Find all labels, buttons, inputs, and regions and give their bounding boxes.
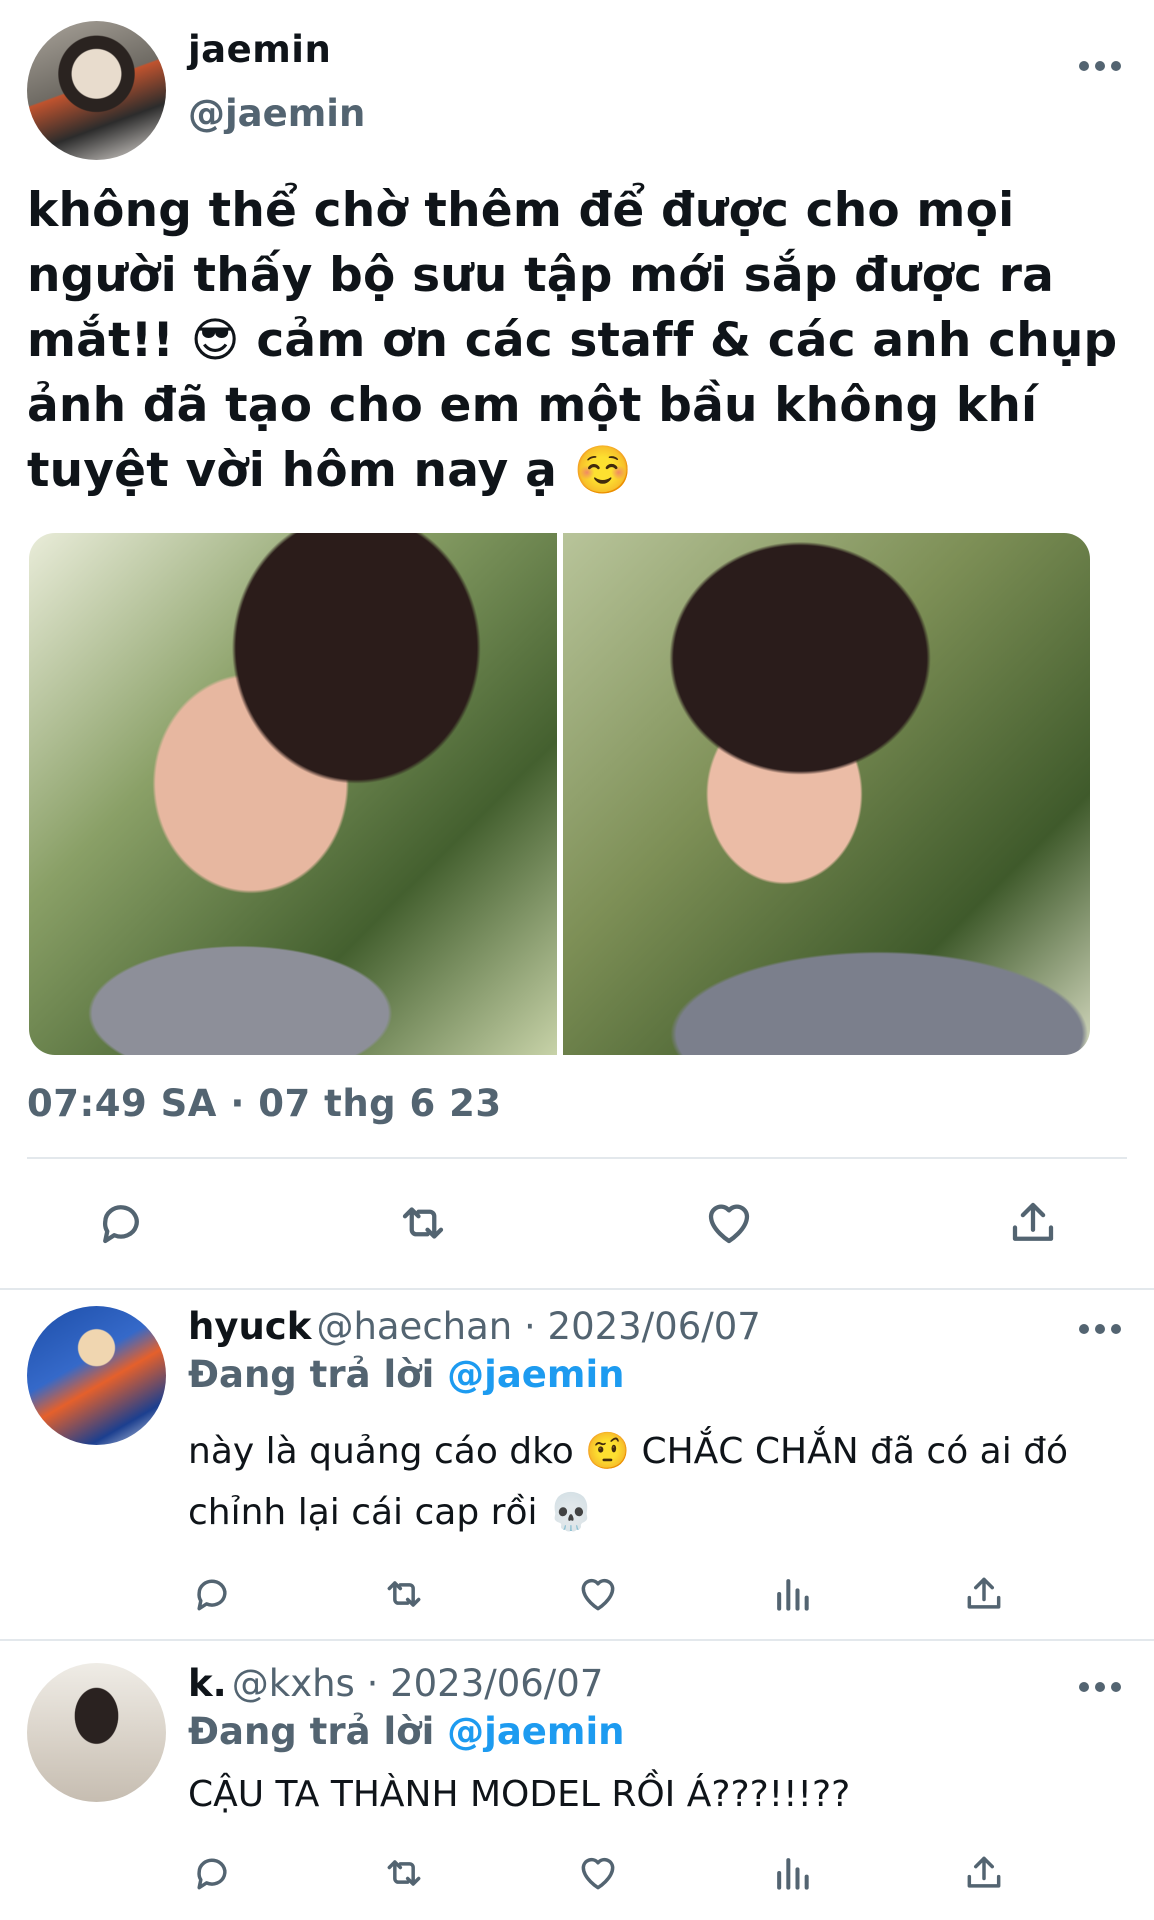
replying-to: Đang trả lời @jaemin (188, 1353, 624, 1396)
tweet-media[interactable] (29, 533, 1090, 1055)
share-icon[interactable] (1006, 1196, 1060, 1250)
photo-1[interactable] (29, 533, 557, 1055)
more-options-icon[interactable] (1078, 59, 1122, 73)
avatar-hyuck[interactable] (27, 1306, 166, 1445)
replying-to: Đang trả lời @jaemin (188, 1710, 624, 1753)
reply-display-name[interactable]: hyuck (188, 1305, 311, 1348)
like-icon[interactable] (576, 1851, 620, 1895)
reply-icon[interactable] (190, 1851, 234, 1895)
retweet-icon[interactable] (382, 1851, 426, 1895)
retweet-icon[interactable] (382, 1572, 426, 1616)
mention-link[interactable]: @jaemin (447, 1710, 624, 1753)
divider (0, 1639, 1154, 1641)
reply-meta[interactable]: @haechan · 2023/06/07 (316, 1305, 760, 1348)
reply-icon[interactable] (94, 1196, 148, 1250)
reply-display-name[interactable]: k. (188, 1662, 227, 1705)
tweet-timestamp[interactable]: 07:49 SA · 07 thg 6 23 (27, 1082, 502, 1125)
photo-2[interactable] (562, 533, 1090, 1055)
mention-link[interactable]: @jaemin (447, 1353, 624, 1396)
avatar-jaemin[interactable] (27, 21, 166, 160)
avatar-k[interactable] (27, 1663, 166, 1802)
views-icon[interactable] (770, 1851, 814, 1895)
reply-header: hyuck @haechan · 2023/06/07 (188, 1305, 761, 1348)
divider (27, 1157, 1127, 1159)
share-icon[interactable] (962, 1572, 1006, 1616)
share-icon[interactable] (962, 1851, 1006, 1895)
views-icon[interactable] (770, 1572, 814, 1616)
author-display-name[interactable]: jaemin (188, 28, 331, 71)
author-handle[interactable]: @jaemin (188, 92, 365, 135)
reply-header: k. @kxhs · 2023/06/07 (188, 1662, 603, 1705)
more-options-icon[interactable] (1078, 1322, 1122, 1336)
retweet-icon[interactable] (396, 1196, 450, 1250)
reply-text: CẬU TA THÀNH MODEL RỒI Á???!!!?? (188, 1774, 851, 1815)
replying-prefix: Đang trả lời (188, 1710, 435, 1753)
like-icon[interactable] (576, 1572, 620, 1616)
like-icon[interactable] (702, 1196, 756, 1250)
more-options-icon[interactable] (1078, 1680, 1122, 1694)
reply-text: này là quảng cáo dko 🤨 CHẮC CHẮN đã có a… (188, 1431, 1069, 1533)
tweet-text: không thể chờ thêm để được cho mọi người… (27, 183, 1118, 498)
reply-meta[interactable]: @kxhs · 2023/06/07 (232, 1662, 604, 1705)
replying-prefix: Đang trả lời (188, 1353, 435, 1396)
divider (0, 1288, 1154, 1290)
reply-icon[interactable] (190, 1572, 234, 1616)
